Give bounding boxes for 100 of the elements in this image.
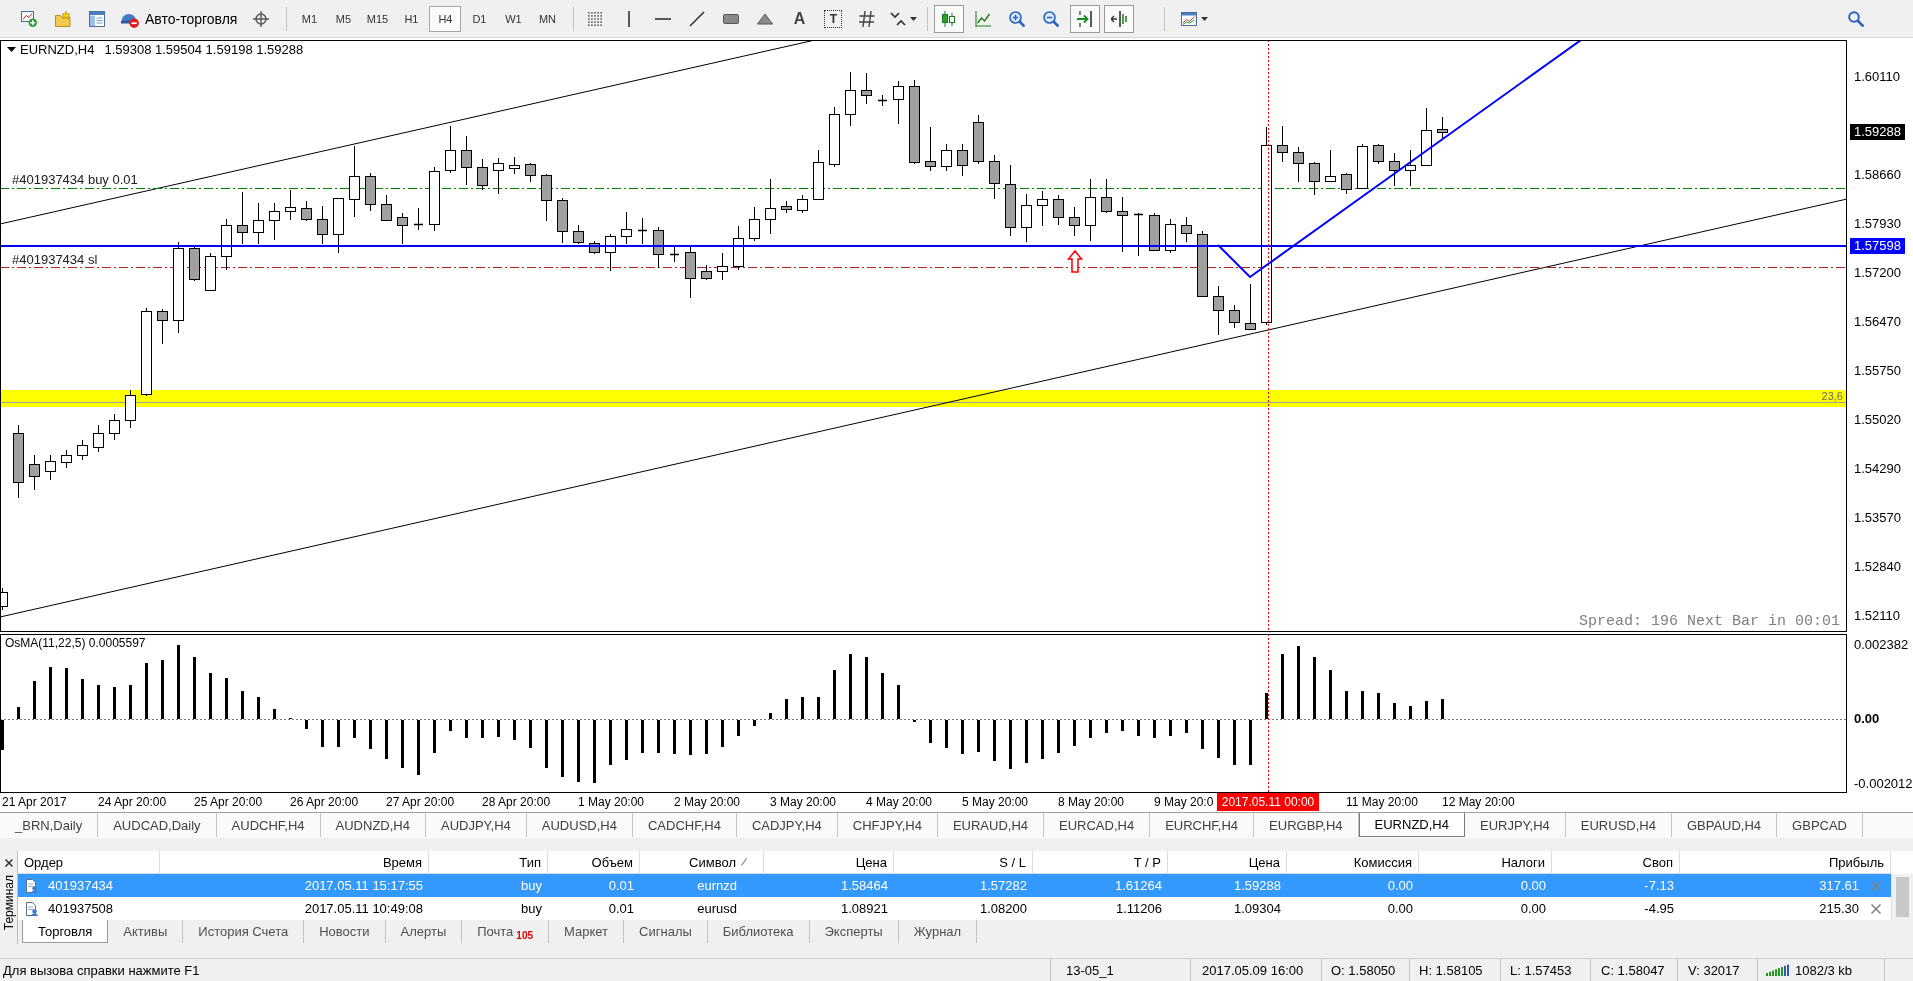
indicator-title: OsMA(11,22,5) 0.0005597: [5, 636, 146, 650]
terminal-tab[interactable]: Эксперты: [809, 920, 899, 943]
column-header[interactable]: Объем: [591, 854, 633, 870]
open-price: O: 1.58050: [1331, 962, 1396, 978]
chart-tab[interactable]: AUDCAD,Daily: [98, 813, 217, 837]
chart-tab[interactable]: CADCHF,H4: [632, 813, 737, 837]
price-label: 1.55020: [1854, 412, 1901, 428]
time-label: 2 May 20:00: [674, 795, 741, 809]
autoscroll-button[interactable]: [1070, 4, 1101, 33]
column-header[interactable]: Тип: [519, 854, 541, 870]
chart-tab[interactable]: EURUSD,H4: [1565, 813, 1672, 837]
chart-tab[interactable]: _BRN,Daily: [0, 813, 99, 837]
zoom-out-icon: [1043, 10, 1060, 27]
chart-tab[interactable]: CHFJPY,H4: [837, 813, 938, 837]
period-button[interactable]: M1: [293, 5, 326, 32]
column-header[interactable]: Ордер: [24, 854, 64, 870]
chart-tab[interactable]: AUDUSD,H4: [526, 813, 633, 837]
terminal-tab[interactable]: Библиотека: [707, 920, 810, 943]
column-header[interactable]: T / P: [1133, 854, 1161, 870]
label-tool-button[interactable]: T: [824, 9, 843, 28]
time-label: 3 May 20:00: [770, 795, 837, 809]
signal-bars-icon: [1766, 964, 1790, 976]
order-line-label: #401937434 buy 0.01: [12, 172, 138, 187]
price-label: 1.55750: [1854, 363, 1901, 379]
scrollbar-thumb[interactable]: [1896, 877, 1909, 917]
column-header[interactable]: Время: [382, 854, 422, 870]
period-button[interactable]: MN: [531, 5, 564, 32]
column-header[interactable]: Налоги: [1501, 854, 1545, 870]
time-label: 5 May 20:00: [962, 795, 1029, 809]
terminal-tab[interactable]: История Счета: [183, 920, 305, 943]
column-header[interactable]: Цена: [1248, 854, 1280, 870]
up-arrow-icon: [1066, 249, 1084, 273]
window-panel-icon: [89, 10, 105, 27]
table-cell: 0.00: [1520, 901, 1546, 916]
chart-tab[interactable]: CADJPY,H4: [736, 813, 838, 837]
auto-trading-button[interactable]: Авто-торговля: [116, 4, 243, 33]
spread-info: Spread: 196 Next Bar in 00:01: [1578, 613, 1840, 630]
chart-plus-icon: [21, 10, 37, 27]
terminal-tab[interactable]: Сигналы: [624, 920, 708, 943]
chart-tab[interactable]: GBPAUD,H4: [1671, 813, 1778, 837]
time-label: 12 May 20:00: [1442, 795, 1515, 809]
column-header[interactable]: Цена: [855, 854, 887, 870]
period-button[interactable]: M5: [327, 5, 360, 32]
chart-tab[interactable]: AUDNZD,H4: [320, 813, 426, 837]
chart-tab[interactable]: EURAUD,H4: [937, 813, 1044, 837]
help-hint: Для вызова справки нажмите F1: [3, 962, 200, 978]
price-label: 1.53570: [1854, 510, 1901, 526]
candlestick-button[interactable]: [934, 4, 965, 33]
chart-tab[interactable]: EURCHF,H4: [1150, 813, 1255, 837]
chart-tab[interactable]: EURCAD,H4: [1044, 813, 1151, 837]
time-label: 8 May 20:00: [1058, 795, 1125, 809]
column-header[interactable]: S / L: [999, 854, 1026, 870]
text-tool-button[interactable]: A: [784, 4, 815, 33]
arrow-bars-icon: [1111, 10, 1128, 27]
table-cell: eurnzd: [697, 878, 737, 893]
chart-window-icon: [1181, 10, 1198, 27]
terminal-tab[interactable]: Торговля: [22, 920, 109, 943]
column-header[interactable]: Прибыль: [1829, 854, 1884, 870]
column-header[interactable]: Комиссия: [1353, 854, 1412, 870]
terminal-tab[interactable]: Алерты: [385, 920, 463, 943]
caret-icon: [910, 16, 918, 21]
close-button[interactable]: [2, 857, 15, 869]
price-label: 1.54290: [1854, 461, 1901, 477]
order-line-label: #401937434 sl: [12, 252, 98, 267]
terminal-tab[interactable]: Активы: [108, 920, 184, 943]
bar-time: 2017.05.09 16:00: [1202, 962, 1304, 978]
folder-star-icon: [55, 10, 71, 27]
column-header[interactable]: Символ: [689, 854, 736, 870]
chart-tab[interactable]: GBPCAD: [1777, 813, 1863, 837]
terminal-tab[interactable]: Почта 105: [462, 920, 550, 943]
document-person-icon: [26, 901, 38, 916]
traffic-size: 1082/3 kb: [1795, 962, 1853, 978]
terminal-tab[interactable]: Новости: [304, 920, 386, 943]
table-cell: 0.01: [608, 878, 634, 893]
chart-tab[interactable]: EURNZD,H4: [1358, 813, 1465, 837]
bid-price-tag: 1.59288: [1850, 124, 1905, 140]
chart-tab[interactable]: EURJPY,H4: [1464, 813, 1566, 837]
terminal-tab[interactable]: Журнал: [898, 920, 978, 943]
chart-shift-button[interactable]: [1104, 4, 1135, 33]
period-button[interactable]: D1: [463, 5, 496, 32]
scrollbar[interactable]: [1891, 874, 1913, 920]
table-cell: 2017.05.11 10:49:08: [304, 901, 423, 916]
level-label: 23,6: [1821, 390, 1843, 402]
period-button[interactable]: W1: [497, 5, 530, 32]
period-button[interactable]: H1: [395, 5, 428, 32]
period-button[interactable]: M15: [361, 5, 394, 32]
chart-tab[interactable]: AUDCHF,H4: [216, 813, 321, 837]
period-button[interactable]: H4: [429, 5, 462, 32]
table-cell: 1.09304: [1234, 901, 1281, 916]
low-price: L: 1.57453: [1510, 962, 1572, 978]
column-header[interactable]: Своп: [1642, 854, 1673, 870]
table-cell: 0.00: [1387, 901, 1413, 916]
chart-tab[interactable]: AUDJPY,H4: [425, 813, 527, 837]
table-cell: 401937434: [48, 878, 114, 893]
chart-tab[interactable]: EURGBP,H4: [1254, 813, 1359, 837]
close-order-button[interactable]: [1871, 903, 1881, 914]
table-cell: 0.00: [1520, 878, 1546, 893]
terminal-tab[interactable]: Маркет: [549, 920, 625, 943]
indicator-axis-label: -0.002012: [1854, 776, 1913, 792]
table-cell: 215.30: [1819, 901, 1859, 916]
